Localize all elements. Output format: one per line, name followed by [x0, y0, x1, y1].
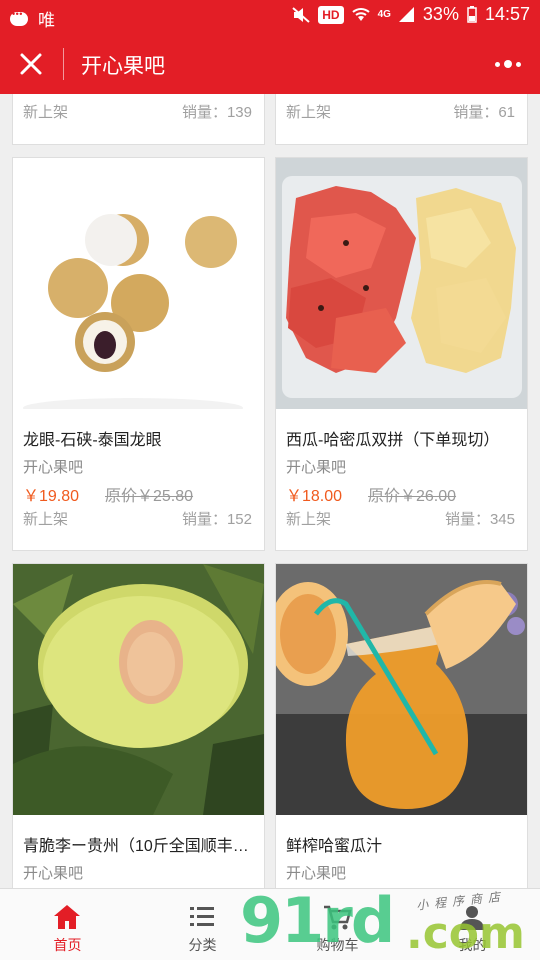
product-sales: 销量：61: [453, 104, 515, 121]
product-card[interactable]: 鲜榨哈蜜瓜汁 开心果吧: [275, 563, 528, 888]
tab-profile[interactable]: 我的: [405, 889, 540, 960]
tab-home[interactable]: 首页: [0, 889, 135, 960]
battery-icon: [467, 6, 477, 23]
carrier-label: 唯: [38, 11, 55, 30]
product-name: 龙眼-石硖-泰国龙眼: [23, 432, 162, 449]
more-dot-icon: [504, 60, 512, 68]
product-shop: 开心果吧: [286, 459, 347, 476]
home-icon: [54, 905, 80, 929]
more-menu-button[interactable]: [492, 52, 524, 76]
chat-notification-icon: [10, 9, 28, 26]
product-image-plum[interactable]: [13, 564, 264, 815]
close-button[interactable]: [14, 48, 48, 80]
bottom-tab-bar: 首页 分类 购物车 我的: [0, 888, 540, 960]
mute-icon: [292, 6, 310, 23]
product-price: ￥19.80: [23, 488, 80, 505]
network-type: 4G: [377, 9, 391, 20]
tab-category[interactable]: 分类: [135, 889, 270, 960]
title-bar: 开心果吧: [0, 34, 540, 94]
product-image-melon-combo[interactable]: [276, 158, 527, 409]
product-name: 西瓜-哈密瓜双拼（下单现切）: [286, 432, 500, 449]
product-shop: 开心果吧: [23, 865, 84, 882]
product-name: 青脆李ー贵州（10斤全国顺丰…: [23, 838, 249, 855]
product-tag: 新上架: [23, 511, 69, 528]
more-dot-icon: [495, 61, 500, 67]
close-icon: [20, 53, 42, 75]
more-dot-icon: [516, 61, 521, 67]
product-grid: 新上架 销量：139 新上架 销量：61 龙眼-石硖-泰国龙眼 开心果吧 ￥19…: [0, 94, 540, 888]
product-sales: 销量：152: [181, 511, 252, 528]
product-card[interactable]: 龙眼-石硖-泰国龙眼 开心果吧 ￥19.80 原价￥25.80 新上架 销量：1…: [12, 157, 265, 551]
wifi-icon: [351, 8, 370, 21]
product-sales: 销量：345: [444, 511, 515, 528]
hd-badge: HD: [318, 5, 344, 24]
user-icon: [460, 906, 484, 930]
product-shop: 开心果吧: [23, 459, 84, 476]
product-tag: 新上架: [286, 104, 332, 121]
status-bar: 唯 HD 4G 33% 14:57: [0, 0, 540, 34]
product-card[interactable]: 新上架 销量：139: [12, 94, 265, 145]
tab-label: 首页: [53, 937, 82, 953]
tab-label: 分类: [188, 937, 217, 953]
product-tag: 新上架: [286, 511, 332, 528]
tab-label: 我的: [458, 937, 487, 953]
battery-percent: 33%: [422, 4, 459, 24]
product-original-price: 原价￥26.00: [368, 488, 457, 505]
product-price: ￥18.00: [286, 488, 343, 505]
list-icon: [190, 907, 214, 926]
product-card[interactable]: 青脆李ー贵州（10斤全国顺丰… 开心果吧: [12, 563, 265, 888]
product-image-melon-juice[interactable]: [276, 564, 527, 815]
product-card[interactable]: 西瓜-哈密瓜双拼（下单现切） 开心果吧 ￥18.00 原价￥26.00 新上架 …: [275, 157, 528, 551]
product-card[interactable]: 新上架 销量：61: [275, 94, 528, 145]
clock: 14:57: [484, 4, 530, 24]
cart-icon: [324, 905, 352, 930]
product-tag: 新上架: [23, 104, 69, 121]
tab-label: 购物车: [316, 937, 359, 953]
product-shop: 开心果吧: [286, 865, 347, 882]
tab-cart[interactable]: 购物车: [270, 889, 405, 960]
product-sales: 销量：139: [181, 104, 252, 121]
product-name: 鲜榨哈蜜瓜汁: [286, 838, 383, 855]
title-divider: [63, 48, 64, 80]
product-image-longan[interactable]: [13, 158, 264, 409]
page-title: 开心果吧: [81, 55, 165, 78]
product-original-price: 原价￥25.80: [105, 488, 194, 505]
signal-icon: [398, 7, 414, 22]
